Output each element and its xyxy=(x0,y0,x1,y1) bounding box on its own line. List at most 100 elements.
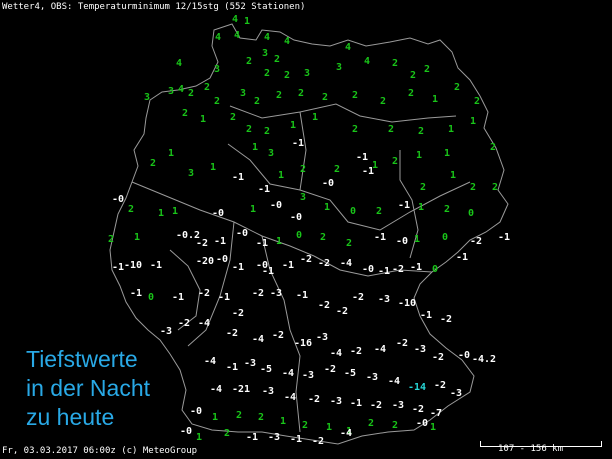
station-value: 4 xyxy=(364,56,370,67)
station-value: -4 xyxy=(374,344,386,355)
station-value: 1 xyxy=(432,94,438,105)
station-value: 2 xyxy=(392,156,398,167)
weather-map: Wetter4, OBS: Temperaturminimum 12/15stg… xyxy=(0,0,612,459)
station-value: 1 xyxy=(244,16,250,27)
station-value: 1 xyxy=(134,232,140,243)
station-value: 1 xyxy=(418,202,424,213)
station-value: -4 xyxy=(388,376,400,387)
station-value: -4.2 xyxy=(472,354,496,365)
station-value: 2 xyxy=(298,88,304,99)
station-value: -1 xyxy=(232,262,244,273)
station-value: 2 xyxy=(420,182,426,193)
station-value: -4 xyxy=(210,384,222,395)
station-value: 2 xyxy=(264,126,270,137)
station-value: 2 xyxy=(352,90,358,101)
station-value: -1 xyxy=(232,172,244,183)
station-value: 2 xyxy=(230,112,236,123)
station-value: -2 xyxy=(232,308,244,319)
station-value: -2 xyxy=(432,352,444,363)
station-value: -2 xyxy=(324,364,336,375)
station-value: 2 xyxy=(470,182,476,193)
station-value: -2 xyxy=(300,254,312,265)
station-value: -2 xyxy=(412,404,424,415)
station-value: 1 xyxy=(212,412,218,423)
station-value: -4 xyxy=(330,348,342,359)
map-footer: Fr, 03.03.2017 06:00z (c) MeteoGroup xyxy=(2,446,198,456)
station-value: 1 xyxy=(200,114,206,125)
station-value: -4 xyxy=(204,356,216,367)
station-value: -0 xyxy=(290,212,302,223)
station-value: -3 xyxy=(330,396,342,407)
station-value: -1 xyxy=(398,200,410,211)
station-value: -1 xyxy=(420,310,432,321)
station-value: 2 xyxy=(128,204,134,215)
station-value: -2 xyxy=(252,288,264,299)
station-value: -2 xyxy=(318,258,330,269)
station-value: 2 xyxy=(258,412,264,423)
station-value: 4 xyxy=(284,36,290,47)
station-value: -3 xyxy=(268,432,280,443)
station-value: 1 xyxy=(290,120,296,131)
station-value: -1 xyxy=(246,432,258,443)
station-value: -3 xyxy=(316,332,328,343)
headline-line-3: zu heute xyxy=(26,404,115,430)
station-value: -3 xyxy=(262,386,274,397)
station-value: -3 xyxy=(160,326,172,337)
station-value: 3 xyxy=(336,62,342,73)
station-value: -4 xyxy=(282,368,294,379)
station-value: -1 xyxy=(410,262,422,273)
border-line xyxy=(229,103,457,123)
station-value: 3 xyxy=(168,86,174,97)
station-value: -0 xyxy=(458,350,470,361)
station-value: -1 xyxy=(350,398,362,409)
station-value: 0 xyxy=(442,232,448,243)
station-value: -2 xyxy=(440,314,452,325)
station-value: 2 xyxy=(108,234,114,245)
station-value: 4 xyxy=(264,32,270,43)
station-value: 2 xyxy=(410,70,416,81)
station-value: 4 xyxy=(232,14,238,25)
station-value: -3 xyxy=(270,288,282,299)
station-value: -2 xyxy=(312,436,324,447)
station-value: -1 xyxy=(456,252,468,263)
station-value: 2 xyxy=(392,420,398,431)
station-value: -2 xyxy=(396,338,408,349)
station-value: -2 xyxy=(352,292,364,303)
station-value: -2 xyxy=(470,236,482,247)
station-value: 1 xyxy=(196,432,202,443)
station-value: -20 xyxy=(196,256,214,267)
station-value: -1 xyxy=(256,238,268,249)
station-value: 2 xyxy=(388,124,394,135)
station-value: 4 xyxy=(234,30,240,41)
station-value: -5 xyxy=(344,368,356,379)
station-value: -2 xyxy=(336,306,348,317)
station-value: -3 xyxy=(450,388,462,399)
station-value: 3 xyxy=(214,64,220,75)
scale-label: 107 - 156 km xyxy=(498,444,564,454)
station-value: 1 xyxy=(168,148,174,159)
station-value: 3 xyxy=(188,168,194,179)
station-value: 2 xyxy=(182,108,188,119)
station-value: 1 xyxy=(470,116,476,127)
station-value: -10 xyxy=(398,298,416,309)
station-value: 1 xyxy=(172,206,178,217)
station-value: 2 xyxy=(224,428,230,439)
station-value: -1 xyxy=(498,232,510,243)
station-value: 2 xyxy=(454,82,460,93)
station-value: 2 xyxy=(214,96,220,107)
station-value: -4 xyxy=(198,318,210,329)
headline-overlay: Tiefstwerte in der Nacht zu heute xyxy=(26,345,196,432)
station-value: -3 xyxy=(414,344,426,355)
scale-bar: 107 - 156 km xyxy=(480,437,603,455)
station-value: -5 xyxy=(260,364,272,375)
station-value: 2 xyxy=(204,82,210,93)
station-value: -3 xyxy=(244,358,256,369)
station-value: 1 xyxy=(280,416,286,427)
station-value: -2 xyxy=(196,238,208,249)
station-value: -1 xyxy=(214,236,226,247)
station-value: 1 xyxy=(324,202,330,213)
station-value: 2 xyxy=(274,54,280,65)
station-value: 0 xyxy=(296,230,302,241)
station-value: -1 xyxy=(374,232,386,243)
station-value: 2 xyxy=(334,164,340,175)
